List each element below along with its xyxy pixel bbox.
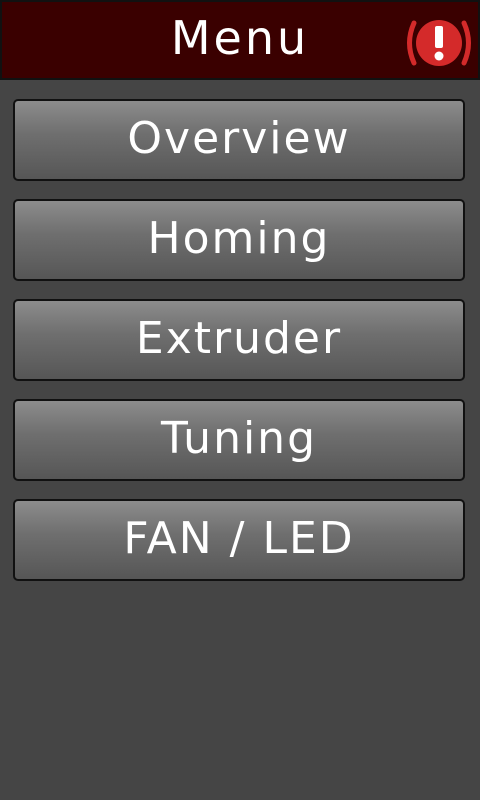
homing-button[interactable]: Homing xyxy=(13,199,465,281)
fan-led-button[interactable]: FAN / LED xyxy=(13,499,465,581)
overview-button[interactable]: Overview xyxy=(13,99,465,181)
alert-icon[interactable] xyxy=(404,14,474,72)
header-bar: Menu xyxy=(0,0,480,80)
tuning-button[interactable]: Tuning xyxy=(13,399,465,481)
main-menu: Overview Homing Extruder Tuning FAN / LE… xyxy=(13,99,465,599)
alert-icon-graphic xyxy=(407,20,471,66)
screen: Menu Overview Homing Extruder Tuning FAN… xyxy=(0,0,480,800)
extruder-button[interactable]: Extruder xyxy=(13,299,465,381)
